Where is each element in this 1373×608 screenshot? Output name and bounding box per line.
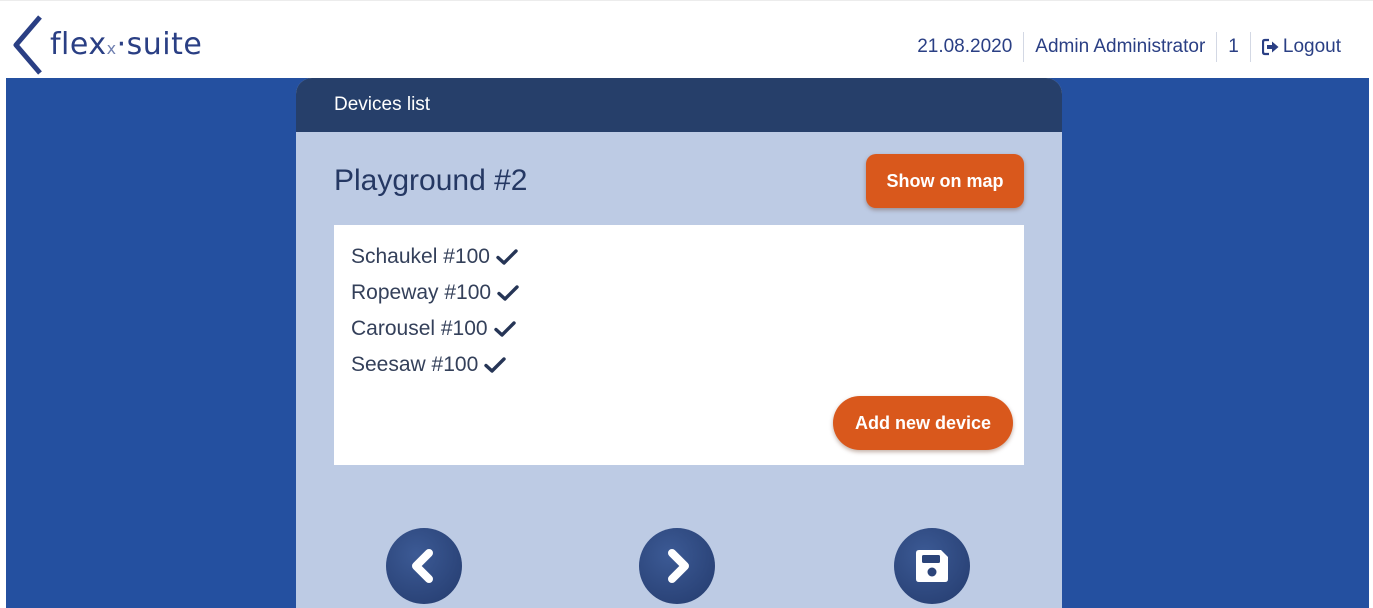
checkmark-icon xyxy=(493,321,516,337)
list-item[interactable]: Schaukel #100 xyxy=(351,239,519,275)
add-new-device-button[interactable]: Add new device xyxy=(833,396,1013,450)
top-nav: 21.08.2020 Admin Administrator 1 Logout xyxy=(917,31,1341,63)
device-list: Schaukel #100 Ropeway #100 Carousel #100… xyxy=(351,239,519,383)
user-count: 1 xyxy=(1228,36,1239,57)
next-button[interactable] xyxy=(639,528,715,604)
device-label: Seesaw #100 xyxy=(351,353,479,376)
device-label: Ropeway #100 xyxy=(351,281,492,304)
chevron-left-icon xyxy=(412,549,433,583)
logout-label: Logout xyxy=(1282,36,1341,57)
logo-text-flex: flex xyxy=(50,27,107,62)
panel-header: Devices list xyxy=(296,78,1062,132)
logo-text-x: x xyxy=(106,39,117,58)
logo-text-suite: suite xyxy=(126,27,203,62)
device-list-box: Schaukel #100 Ropeway #100 Carousel #100… xyxy=(334,225,1024,465)
list-item[interactable]: Seesaw #100 xyxy=(351,347,519,383)
device-label: Carousel #100 xyxy=(351,317,488,340)
nav-divider xyxy=(1249,32,1251,62)
devices-panel: Devices list Playground #2 Show on map S… xyxy=(296,78,1062,608)
chevron-right-icon xyxy=(668,549,689,583)
flexx-suite-logo[interactable]: flexx·suite xyxy=(10,15,240,75)
nav-divider xyxy=(1216,32,1218,62)
top-bar: flexx·suite 21.08.2020 Admin Administrat… xyxy=(0,0,1373,78)
list-item[interactable]: Carousel #100 xyxy=(351,311,519,347)
checkmark-icon xyxy=(497,285,519,301)
logo-text: flexx·suite xyxy=(50,30,202,60)
checkmark-icon xyxy=(496,249,518,265)
current-date: 21.08.2020 xyxy=(917,36,1013,57)
nav-divider xyxy=(1023,32,1025,62)
list-item[interactable]: Ropeway #100 xyxy=(351,275,519,311)
logo-text-dot: · xyxy=(116,27,127,62)
floppy-disk-icon xyxy=(916,550,948,582)
checkmark-icon xyxy=(484,357,506,373)
previous-button[interactable] xyxy=(386,528,462,604)
panel-header-title: Devices list xyxy=(334,94,431,115)
show-on-map-button[interactable]: Show on map xyxy=(866,154,1024,208)
logo-diamond-icon xyxy=(13,15,42,75)
page-title: Playground #2 xyxy=(334,164,528,197)
save-button[interactable] xyxy=(894,528,970,604)
sign-out-icon xyxy=(1261,38,1279,56)
logout-button[interactable]: Logout xyxy=(1261,36,1341,58)
user-name[interactable]: Admin Administrator xyxy=(1035,36,1205,58)
device-label: Schaukel #100 xyxy=(351,245,490,268)
